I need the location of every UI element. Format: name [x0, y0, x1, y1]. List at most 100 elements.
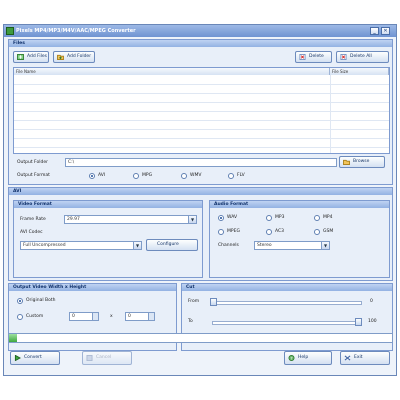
cancel-button[interactable]: Cancel	[82, 351, 132, 365]
size-radio-custom[interactable]	[17, 314, 23, 320]
delete-all-icon	[340, 54, 347, 60]
audio-radio-mp3[interactable]	[266, 215, 272, 221]
main-window: Pixels MP4/MP3/M4V/AAC/MPEG Converter _ …	[3, 24, 397, 376]
output-folder-label: Output Folder	[17, 160, 48, 165]
cut-to-value: 100	[368, 319, 377, 324]
help-button[interactable]: ? Help	[284, 351, 332, 365]
video-format-group: Video Format Frame Rate 29.97 ▼ AVI Code…	[13, 200, 203, 278]
width-input[interactable]: 0	[69, 312, 99, 321]
audio-format-header: Audio Format	[210, 201, 389, 208]
progress-fill	[9, 334, 17, 342]
width-spinner[interactable]	[92, 313, 98, 320]
output-size-header: Output Video Width x Height	[9, 284, 176, 291]
audio-radio-ac3[interactable]	[266, 229, 272, 235]
audio-radio-mp4[interactable]	[314, 215, 320, 221]
chevron-down-icon: ▼	[321, 242, 329, 249]
height-spinner[interactable]	[148, 313, 154, 320]
audio-radio-mpeg[interactable]	[218, 229, 224, 235]
files-section: Files Add Files Add Folder Delete Delete…	[8, 39, 393, 185]
audio-label-gsm: GSM	[323, 229, 334, 234]
format-radio-wmv[interactable]	[181, 173, 187, 179]
add-files-label: Add Files	[27, 54, 48, 59]
folder-icon	[343, 159, 350, 165]
delete-icon	[299, 54, 306, 60]
convert-button[interactable]: Convert	[10, 351, 60, 365]
audio-radio-gsm[interactable]	[314, 229, 320, 235]
column-header-file-name[interactable]: File Name	[14, 68, 330, 75]
window-title: Pixels MP4/MP3/M4V/AAC/MPEG Converter	[16, 28, 136, 34]
channels-select[interactable]: Stereo ▼	[254, 241, 330, 250]
configure-button[interactable]: Configure	[146, 239, 198, 251]
cut-from-thumb[interactable]	[210, 298, 217, 306]
table-row	[14, 120, 389, 121]
table-row	[14, 111, 389, 112]
audio-radio-wav[interactable]	[218, 215, 224, 221]
cut-to-slider[interactable]	[212, 321, 362, 325]
format-radio-mpg[interactable]	[133, 173, 139, 179]
format-label-avi: AVI	[98, 173, 106, 178]
size-x-label: x	[110, 314, 113, 319]
add-files-button[interactable]: Add Files	[13, 51, 49, 63]
cut-to-label: To	[188, 319, 193, 324]
help-label: Help	[298, 355, 309, 360]
exit-button[interactable]: Exit	[340, 351, 390, 365]
video-format-header: Video Format	[14, 201, 202, 208]
delete-all-button[interactable]: Delete All	[336, 51, 389, 63]
cancel-label: Cancel	[96, 355, 112, 360]
play-icon	[14, 355, 21, 361]
output-folder-input[interactable]: C:\	[65, 158, 337, 167]
audio-label-ac3: AC3	[275, 229, 285, 234]
size-label-custom: Custom	[26, 314, 44, 319]
cut-from-label: From	[188, 299, 200, 304]
chevron-down-icon: ▼	[133, 242, 141, 249]
channels-value: Stereo	[257, 243, 272, 248]
avi-codec-value: Full Uncompressed	[23, 243, 66, 248]
exit-icon	[344, 355, 351, 361]
configure-label: Configure	[157, 242, 179, 247]
cut-from-value: 0	[370, 299, 373, 304]
stop-icon	[86, 355, 93, 361]
table-row	[14, 129, 389, 130]
cut-from-slider[interactable]	[212, 301, 362, 305]
size-label-original: Original Both	[26, 298, 56, 303]
frame-rate-select[interactable]: 29.97 ▼	[64, 215, 197, 224]
audio-label-mpeg: MPEG	[227, 229, 240, 234]
table-row	[14, 84, 389, 85]
column-header-file-size[interactable]: File Size	[330, 68, 389, 75]
delete-button[interactable]: Delete	[295, 51, 332, 63]
table-row	[14, 93, 389, 94]
title-bar: Pixels MP4/MP3/M4V/AAC/MPEG Converter _ …	[4, 25, 396, 37]
table-row	[14, 102, 389, 103]
add-folder-icon	[57, 54, 64, 60]
avi-section: AVI Video Format Frame Rate 29.97 ▼ AVI …	[8, 187, 393, 281]
frame-rate-value: 29.97	[67, 217, 80, 222]
browse-button[interactable]: Browse	[339, 156, 385, 168]
file-list-table[interactable]: File Name File Size	[13, 67, 390, 154]
height-input[interactable]: 0	[125, 312, 155, 321]
add-folder-label: Add Folder	[67, 54, 92, 59]
height-value: 0	[128, 314, 131, 319]
channels-label: Channels	[218, 243, 239, 248]
avi-codec-select[interactable]: Full Uncompressed ▼	[20, 241, 142, 250]
add-folder-button[interactable]: Add Folder	[53, 51, 95, 63]
cut-section-header: Cut	[182, 284, 392, 291]
cut-to-thumb[interactable]	[355, 318, 362, 326]
format-label-mpg: MPG	[142, 173, 153, 178]
svg-text:?: ?	[290, 355, 292, 360]
audio-label-mp3: MP3	[275, 215, 285, 220]
avi-section-header: AVI	[9, 188, 392, 195]
format-radio-flv[interactable]	[228, 173, 234, 179]
format-label-wmv: WMV	[190, 173, 202, 178]
size-radio-original[interactable]	[17, 298, 23, 304]
exit-label: Exit	[354, 355, 363, 360]
browse-label: Browse	[353, 159, 370, 164]
app-icon	[6, 27, 14, 35]
help-icon: ?	[288, 355, 295, 361]
audio-label-wav: WAV	[227, 215, 238, 220]
audio-format-group: Audio Format WAV MP3 MP4 MPEG AC3 GSM Ch…	[209, 200, 390, 278]
close-button[interactable]: ✕	[381, 27, 390, 35]
width-value: 0	[72, 314, 75, 319]
conversion-progress-bar	[8, 333, 393, 343]
format-radio-avi[interactable]	[89, 173, 95, 179]
minimize-button[interactable]: _	[370, 27, 379, 35]
